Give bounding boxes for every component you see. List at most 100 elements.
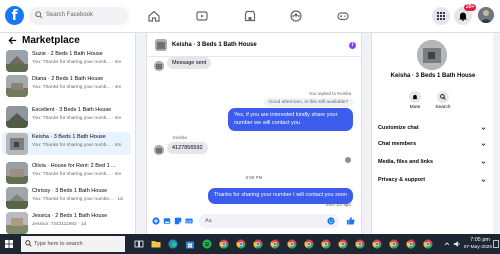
section-label: Customize chat bbox=[378, 125, 419, 131]
image-icon[interactable] bbox=[163, 217, 171, 225]
sent-status: Sent 1m ago bbox=[325, 202, 351, 207]
gif-icon[interactable]: GIF bbox=[185, 217, 193, 225]
bell-icon bbox=[459, 12, 467, 21]
section-label: Privacy & support bbox=[378, 177, 426, 183]
store-icon[interactable] bbox=[185, 239, 195, 249]
chrome-icon[interactable] bbox=[355, 239, 365, 249]
sidebar-header: Marketplace bbox=[8, 35, 133, 48]
seen-avatar bbox=[345, 157, 351, 163]
list-item[interactable]: Chrissy · 3 Beds 1 Bath House You: Thank… bbox=[2, 186, 131, 209]
search-icon bbox=[25, 240, 32, 247]
groups-icon[interactable] bbox=[290, 10, 302, 22]
media-files-section[interactable]: Media, files and links bbox=[378, 159, 486, 171]
like-icon[interactable] bbox=[346, 216, 355, 225]
list-item-active[interactable]: Keisha · 3 Beds 1 Bath House You: Thanks… bbox=[2, 132, 131, 155]
incoming-message[interactable]: 4127856592 bbox=[167, 142, 208, 154]
search-input[interactable]: Search Facebook bbox=[29, 7, 129, 25]
mute-action[interactable]: Mute bbox=[404, 91, 426, 110]
windows-start-icon[interactable] bbox=[5, 240, 13, 248]
gaming-icon[interactable] bbox=[337, 10, 349, 22]
home-icon[interactable] bbox=[148, 10, 160, 22]
menu-button[interactable] bbox=[432, 7, 450, 25]
item-subtitle: You: Thanks for sharing your numb... · 4… bbox=[32, 143, 122, 148]
message-composer: GIF Aa bbox=[147, 211, 361, 231]
chrome-icon[interactable] bbox=[236, 239, 246, 249]
chrome-icon[interactable] bbox=[372, 239, 382, 249]
message-input[interactable]: Aa bbox=[199, 214, 339, 228]
task-view-icon[interactable] bbox=[134, 239, 144, 249]
volume-icon[interactable] bbox=[453, 240, 461, 248]
notification-center-icon[interactable] bbox=[493, 240, 499, 248]
listing-thumbnail bbox=[6, 212, 28, 234]
chat-details-panel: Keisha · 3 Beds 1 Bath House Mute Search… bbox=[371, 33, 493, 234]
message-timestamp: 6:59 PM bbox=[245, 175, 263, 180]
back-arrow-icon[interactable] bbox=[8, 36, 17, 45]
chrome-icon[interactable] bbox=[406, 239, 416, 249]
chevron-down-icon bbox=[481, 143, 486, 146]
item-title: Keisha · 3 Beds 1 Bath House bbox=[32, 134, 106, 140]
details-title: Keisha · 3 Beds 1 Bath House bbox=[390, 73, 476, 79]
listing-thumbnail bbox=[6, 50, 28, 72]
chat-thumbnail[interactable] bbox=[155, 39, 167, 51]
marketplace-sidebar: Marketplace Suzie · 2 Beds 1 Bath House … bbox=[0, 33, 136, 234]
edge-icon[interactable] bbox=[168, 239, 178, 249]
mute-button bbox=[409, 91, 421, 103]
listing-thumbnail bbox=[6, 187, 28, 209]
emoji-icon[interactable] bbox=[327, 217, 335, 225]
chrome-icon[interactable] bbox=[304, 239, 314, 249]
facebook-logo[interactable]: f bbox=[5, 6, 24, 25]
search-button bbox=[437, 91, 449, 103]
sender-avatar bbox=[154, 145, 164, 155]
quoted-message[interactable]: Good afternoon, is this still available? bbox=[263, 98, 353, 107]
chat-title[interactable]: Keisha · 3 Beds 1 Bath House bbox=[172, 42, 257, 48]
search-action[interactable]: Search bbox=[432, 91, 454, 110]
privacy-support-section[interactable]: Privacy & support bbox=[378, 177, 486, 189]
chrome-icon[interactable] bbox=[321, 239, 331, 249]
taskbar-clock[interactable]: 7:05 pm bbox=[464, 237, 490, 243]
chrome-icon[interactable] bbox=[389, 239, 399, 249]
item-title: Chrissy · 3 Beds 1 Bath House bbox=[32, 188, 108, 194]
marketplace-icon[interactable] bbox=[244, 10, 256, 22]
list-item[interactable]: Olivia · House for Rent: 2 Bed 1 ... You… bbox=[2, 161, 131, 184]
item-title: Olivia · House for Rent: 2 Bed 1 ... bbox=[32, 163, 116, 169]
list-item[interactable]: Jessica · 2 Beds 1 Bath House Jessica: 7… bbox=[2, 211, 131, 234]
chrome-icon[interactable] bbox=[287, 239, 297, 249]
list-item[interactable]: Excellent · 3 Beds 1 Bath House You: Tha… bbox=[2, 105, 131, 128]
spotify-icon[interactable] bbox=[202, 239, 212, 249]
item-subtitle: You: Thanks for sharing your numbe... · … bbox=[32, 197, 123, 202]
chevron-down-icon bbox=[481, 161, 486, 164]
chat-members-section[interactable]: Chat members bbox=[378, 141, 486, 153]
svg-text:GIF: GIF bbox=[186, 219, 191, 223]
taskbar-date[interactable]: 07-May-2025 bbox=[462, 245, 492, 250]
list-item[interactable]: Suzie · 2 Beds 1 Bath House You: Thanks … bbox=[2, 49, 131, 72]
chrome-icon[interactable] bbox=[219, 239, 229, 249]
file-explorer-icon[interactable] bbox=[151, 239, 161, 249]
chrome-icon[interactable] bbox=[253, 239, 263, 249]
taskbar-search-placeholder: Type here to search bbox=[34, 241, 83, 247]
sender-name: Keisha bbox=[173, 135, 187, 140]
list-item[interactable]: Diana · 2 Beds 1 Bath House You: Thanks … bbox=[2, 74, 131, 97]
section-label: Media, files and links bbox=[378, 159, 434, 165]
customize-chat-section[interactable]: Customize chat bbox=[378, 125, 486, 137]
plus-icon[interactable] bbox=[152, 217, 160, 225]
tray-chevron-up-icon[interactable] bbox=[444, 241, 450, 247]
listing-thumbnail bbox=[6, 75, 28, 97]
sticker-icon[interactable] bbox=[174, 217, 182, 225]
sidebar-title: Marketplace bbox=[22, 35, 80, 46]
item-subtitle: You: Thanks for sharing your numb... · 4… bbox=[32, 85, 122, 90]
chrome-icon[interactable] bbox=[338, 239, 348, 249]
chrome-icon[interactable] bbox=[270, 239, 280, 249]
message-placeholder: Aa bbox=[205, 218, 212, 224]
video-icon[interactable] bbox=[196, 10, 208, 22]
profile-avatar[interactable] bbox=[478, 7, 494, 23]
item-title: Diana · 2 Beds 1 Bath House bbox=[32, 76, 104, 82]
search-placeholder: Search Facebook bbox=[46, 12, 94, 18]
chrome-icon[interactable] bbox=[423, 239, 433, 249]
notification-badge: 20+ bbox=[464, 4, 477, 11]
taskbar-search[interactable]: Type here to search bbox=[21, 236, 125, 252]
incoming-message[interactable]: Message sent bbox=[167, 57, 212, 69]
listing-avatar[interactable] bbox=[417, 40, 447, 70]
info-icon[interactable]: i bbox=[349, 42, 356, 49]
outgoing-message[interactable]: Yes, if you are interested kindly share … bbox=[228, 108, 353, 131]
replied-label: You replied to Keisha bbox=[308, 91, 351, 96]
